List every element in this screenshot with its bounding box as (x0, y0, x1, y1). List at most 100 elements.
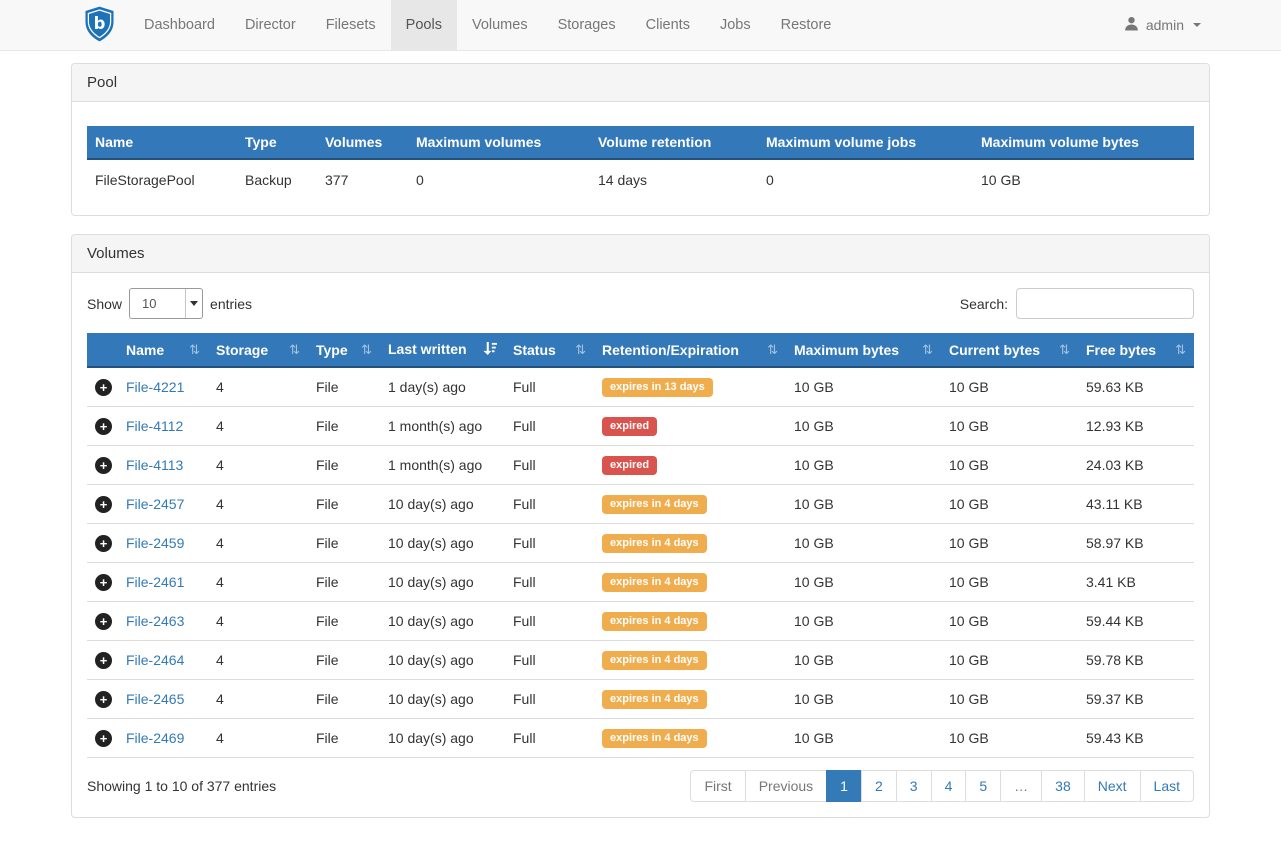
nav-item-storages[interactable]: Storages (543, 0, 631, 50)
nav-item-filesets[interactable]: Filesets (311, 0, 391, 50)
table-info: Showing 1 to 10 of 377 entries (87, 778, 276, 794)
pool-col-maximum-volume-bytes: Maximum volume bytes (973, 126, 1194, 159)
volume-link[interactable]: File-2465 (126, 691, 184, 707)
nav-item-director[interactable]: Director (230, 0, 311, 50)
volume-cell-type: File (308, 367, 380, 407)
volumes-col-last-written[interactable]: Last written (380, 333, 505, 367)
volume-cell-retention: expires in 4 days (594, 563, 786, 602)
expand-row-icon[interactable]: + (95, 652, 112, 669)
volume-cell-free-bytes: 58.97 KB (1078, 524, 1194, 563)
pool-cell-type: Backup (237, 159, 317, 200)
volume-cell-control: + (87, 407, 118, 446)
pool-cell-maximum-volumes: 0 (408, 159, 590, 200)
volume-cell-last-written: 10 day(s) ago (380, 563, 505, 602)
volume-cell-last-written: 10 day(s) ago (380, 485, 505, 524)
nav-item-clients[interactable]: Clients (631, 0, 705, 50)
pool-cell-volumes: 377 (317, 159, 408, 200)
page-button-5[interactable]: 5 (965, 770, 1001, 802)
volume-link[interactable]: File-4221 (126, 379, 184, 395)
expand-row-icon[interactable]: + (95, 418, 112, 435)
volume-cell-last-written: 10 day(s) ago (380, 524, 505, 563)
pool-cell-volume-retention: 14 days (590, 159, 758, 200)
pool-col-name: Name (87, 126, 237, 159)
volume-link[interactable]: File-2469 (126, 730, 184, 746)
sort-icon: ⇅ (289, 342, 300, 358)
retention-badge: expires in 4 days (602, 534, 707, 553)
volume-cell-free-bytes: 59.44 KB (1078, 602, 1194, 641)
page-button-4[interactable]: 4 (931, 770, 967, 802)
page-button-last[interactable]: Last (1140, 770, 1194, 802)
volume-cell-free-bytes: 43.11 KB (1078, 485, 1194, 524)
page-button-3[interactable]: 3 (896, 770, 932, 802)
sort-icon: ⇅ (1059, 342, 1070, 358)
nav-item-jobs[interactable]: Jobs (705, 0, 766, 50)
expand-row-icon[interactable]: + (95, 535, 112, 552)
pool-col-volume-retention: Volume retention (590, 126, 758, 159)
user-menu[interactable]: admin (1109, 0, 1281, 50)
expand-row-icon[interactable]: + (95, 691, 112, 708)
volumes-col-retention-expiration[interactable]: Retention/Expiration⇅ (594, 333, 786, 367)
bareos-logo[interactable]: b (0, 0, 129, 50)
pool-table-body: FileStoragePoolBackup377014 days010 GB (87, 159, 1194, 200)
expand-row-icon[interactable]: + (95, 457, 112, 474)
nav-item-dashboard[interactable]: Dashboard (129, 0, 230, 50)
volumes-col-storage[interactable]: Storage⇅ (208, 333, 308, 367)
pool-table-row: FileStoragePoolBackup377014 days010 GB (87, 159, 1194, 200)
volumes-col-name[interactable]: Name⇅ (118, 333, 208, 367)
page-length-select[interactable]: 10 (129, 288, 203, 319)
volume-cell-storage: 4 (208, 485, 308, 524)
volume-cell-retention: expires in 4 days (594, 641, 786, 680)
nav-item-restore[interactable]: Restore (766, 0, 847, 50)
navbar-menu: DashboardDirectorFilesetsPoolsVolumesSto… (129, 0, 846, 50)
pool-col-maximum-volume-jobs: Maximum volume jobs (758, 126, 973, 159)
volume-cell-current-bytes: 10 GB (941, 485, 1078, 524)
volumes-col-type[interactable]: Type ⇅ (308, 333, 380, 367)
volume-cell-type: File (308, 719, 380, 758)
search-input[interactable] (1016, 288, 1194, 319)
expand-row-icon[interactable]: + (95, 496, 112, 513)
volume-cell-control: + (87, 524, 118, 563)
volume-link[interactable]: File-4112 (126, 418, 183, 434)
expand-row-icon[interactable]: + (95, 730, 112, 747)
page-button-1[interactable]: 1 (826, 770, 862, 802)
volumes-col-current-bytes[interactable]: Current bytes⇅ (941, 333, 1078, 367)
volume-link[interactable]: File-2459 (126, 535, 184, 551)
volume-cell-maximum-bytes: 10 GB (786, 446, 941, 485)
volumes-col-free-bytes[interactable]: Free bytes⇅ (1078, 333, 1194, 367)
pool-panel-title: Pool (72, 64, 1209, 102)
nav-item-volumes[interactable]: Volumes (457, 0, 543, 50)
volume-link[interactable]: File-2457 (126, 496, 184, 512)
expand-row-icon[interactable]: + (95, 379, 112, 396)
volumes-col-maximum-bytes[interactable]: Maximum bytes⇅ (786, 333, 941, 367)
volume-cell-free-bytes: 12.93 KB (1078, 407, 1194, 446)
volume-cell-status: Full (505, 524, 594, 563)
svg-text:b: b (94, 13, 106, 32)
page-button-next[interactable]: Next (1084, 770, 1141, 802)
sort-icon: ⇅ (361, 342, 372, 358)
entries-label: entries (210, 296, 252, 312)
show-label: Show (87, 296, 122, 312)
retention-badge: expires in 4 days (602, 495, 707, 514)
volume-cell-storage: 4 (208, 602, 308, 641)
volume-cell-maximum-bytes: 10 GB (786, 602, 941, 641)
volume-link[interactable]: File-4113 (126, 457, 183, 473)
volumes-col-status[interactable]: Status⇅ (505, 333, 594, 367)
page-button-38[interactable]: 38 (1041, 770, 1085, 802)
expand-row-icon[interactable]: + (95, 574, 112, 591)
volume-link[interactable]: File-2461 (126, 574, 184, 590)
volume-cell-current-bytes: 10 GB (941, 446, 1078, 485)
retention-badge: expires in 4 days (602, 729, 707, 748)
volumes-table-body: +File-42214File1 day(s) agoFullexpires i… (87, 367, 1194, 758)
sort-icon: ⇅ (575, 342, 586, 358)
volume-link[interactable]: File-2464 (126, 652, 184, 668)
volume-cell-type: File (308, 680, 380, 719)
volume-link[interactable]: File-2463 (126, 613, 184, 629)
volumes-col-label: Type (316, 342, 348, 358)
nav-item-pools[interactable]: Pools (391, 0, 457, 50)
expand-row-icon[interactable]: + (95, 613, 112, 630)
volume-cell-last-written: 10 day(s) ago (380, 680, 505, 719)
retention-badge: expires in 4 days (602, 573, 707, 592)
page-button-2[interactable]: 2 (861, 770, 897, 802)
retention-badge: expired (602, 456, 657, 475)
volume-cell-free-bytes: 3.41 KB (1078, 563, 1194, 602)
